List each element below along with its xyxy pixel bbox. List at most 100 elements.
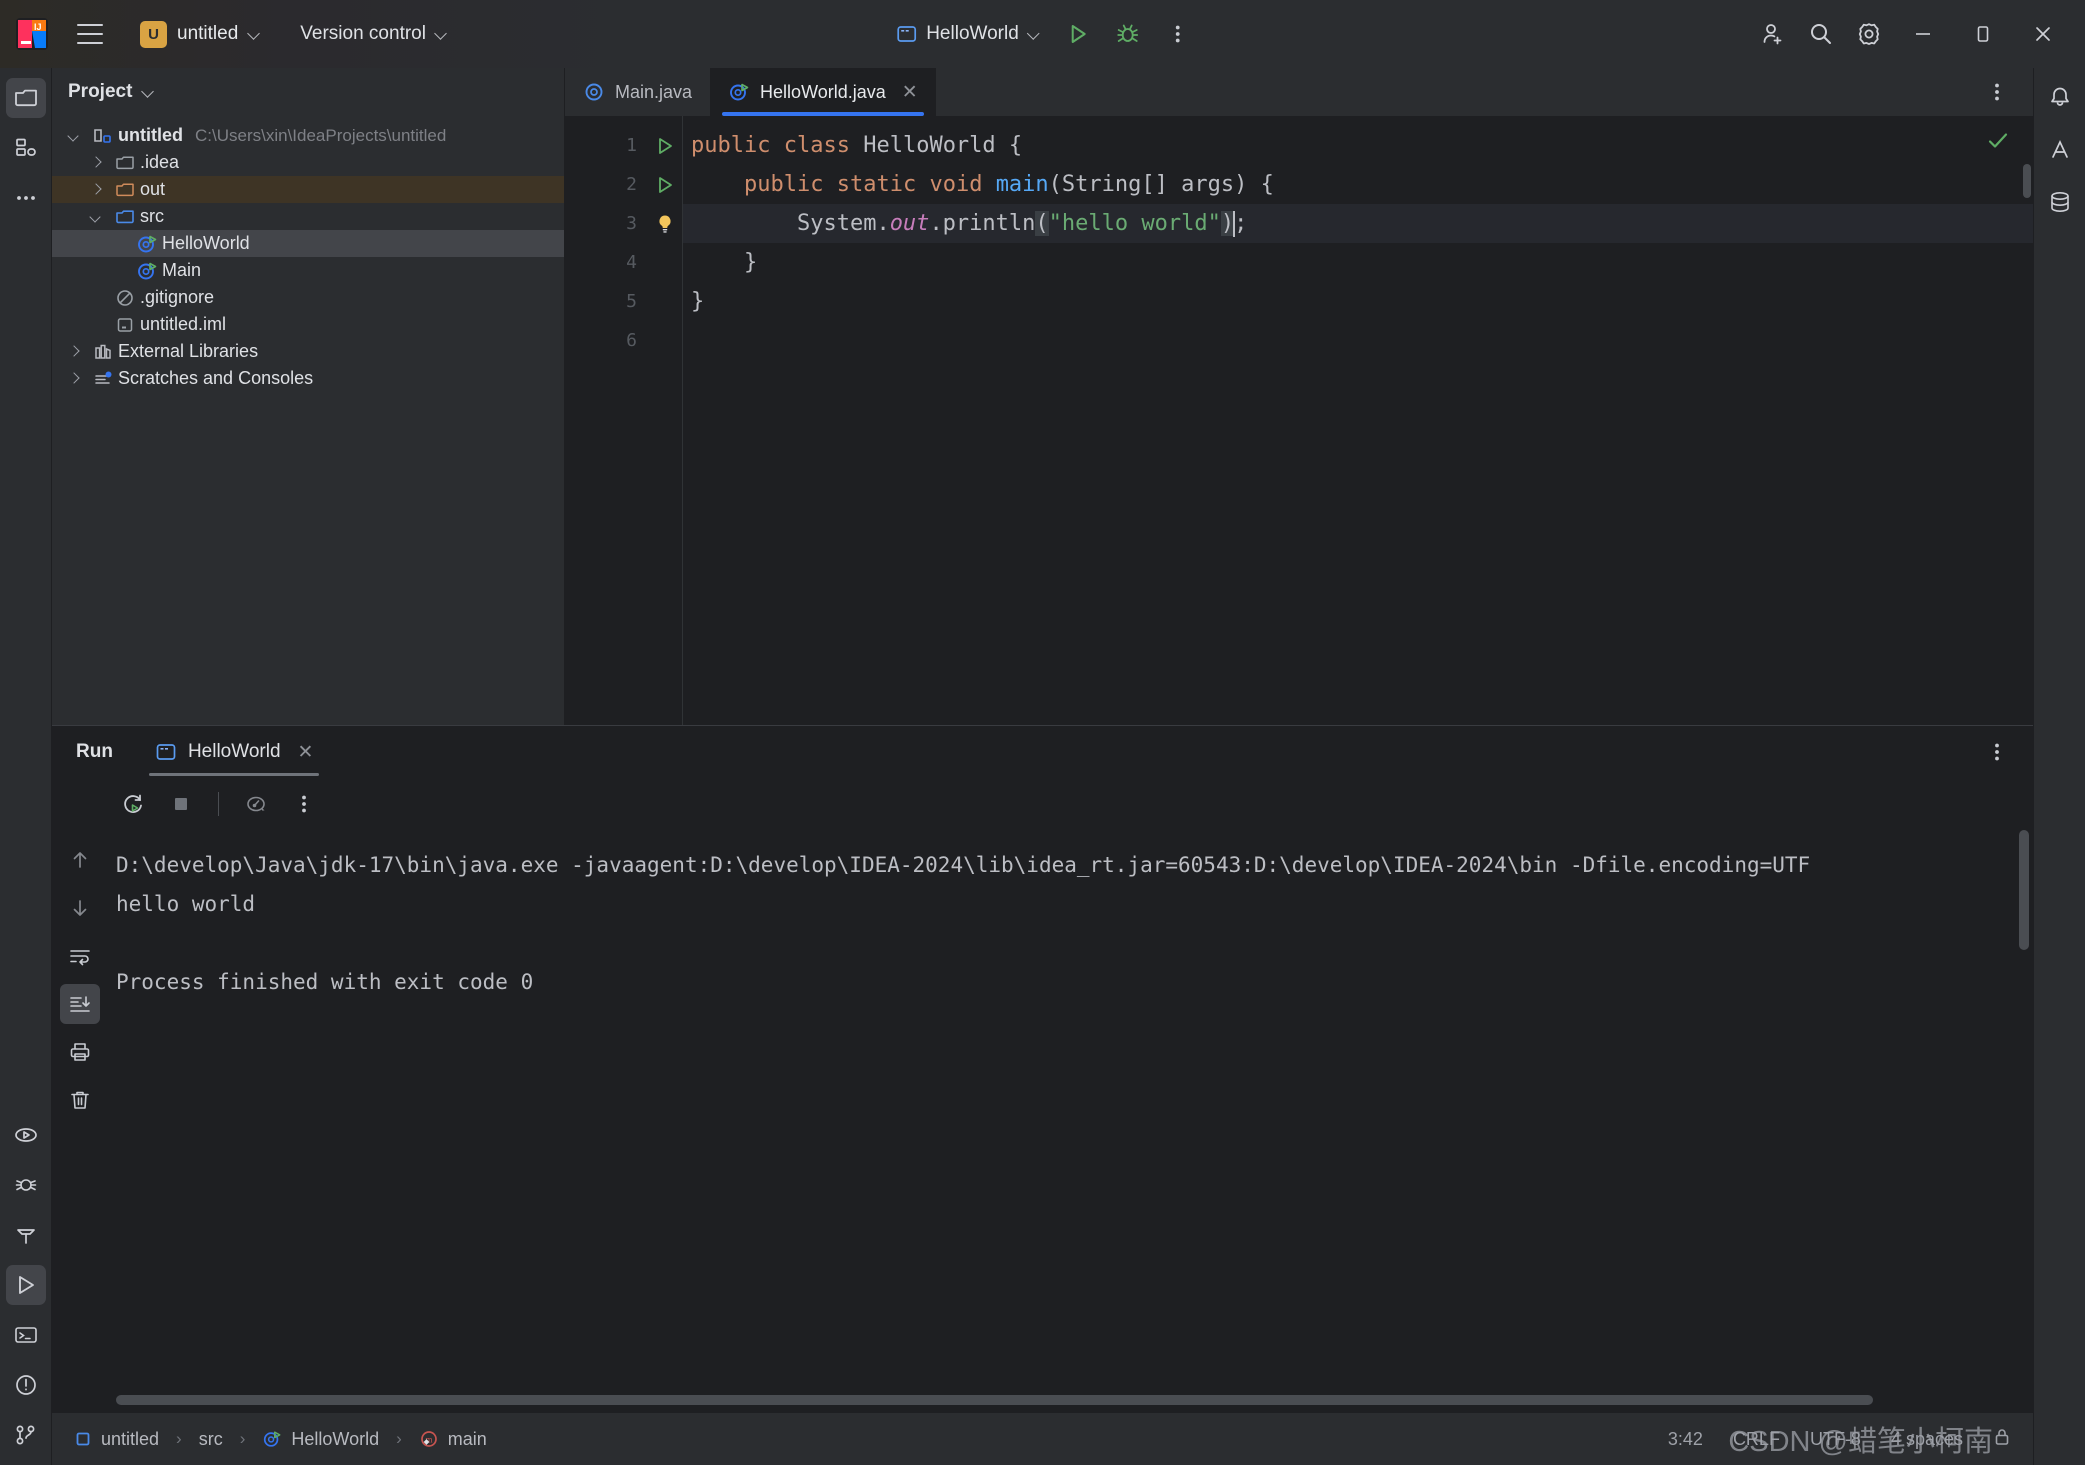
breadcrumb-separator: › [176, 1429, 182, 1448]
close-icon[interactable]: ✕ [298, 741, 314, 764]
print-button[interactable] [60, 1032, 100, 1072]
tab-helloworld-java[interactable]: HelloWorld.java ✕ [710, 68, 936, 116]
close-icon[interactable] [2015, 8, 2071, 60]
tree-item-idea[interactable]: .idea [52, 149, 564, 176]
run-button[interactable] [1056, 12, 1100, 56]
console-output[interactable]: D:\develop\Java\jdk-17\bin\java.exe -jav… [108, 830, 2033, 1413]
hamburger-menu-icon[interactable] [68, 14, 112, 54]
line-number-gutter: 1 2 3 4 5 6 [565, 116, 647, 725]
rerun-button[interactable] [112, 783, 154, 825]
problems-tool-window-button[interactable] [6, 1365, 46, 1405]
semicolon: ; [1234, 211, 1248, 236]
profiler-button[interactable] [235, 783, 277, 825]
twisty-down-icon[interactable] [60, 122, 88, 149]
run-tab-helloworld[interactable]: HelloWorld ✕ [141, 726, 328, 778]
code-text[interactable]: public class HelloWorld { public static … [683, 116, 2033, 725]
project-name-label: untitled [177, 23, 239, 44]
tree-item-gitignore[interactable]: .gitignore [52, 284, 564, 311]
breadcrumb-item-untitled[interactable]: untitled [74, 1429, 159, 1450]
lock-icon[interactable] [1993, 1427, 2011, 1452]
tree-item-scratches[interactable]: Scratches and Consoles [52, 365, 564, 392]
breadcrumb-item-main[interactable]: m main [419, 1429, 487, 1450]
run-options-button[interactable] [283, 783, 325, 825]
line-number: 6 [626, 330, 637, 351]
field-out: out [889, 211, 930, 236]
tree-item-main[interactable]: Main [52, 257, 564, 284]
run-configuration-selector[interactable]: HelloWorld [885, 18, 1050, 50]
prev-occurrence-button[interactable] [60, 840, 100, 880]
paren-open: ( [1035, 211, 1049, 236]
twisty-right-icon[interactable] [60, 338, 88, 365]
next-occurrence-button[interactable] [60, 888, 100, 928]
tab-main-java[interactable]: Main.java [565, 68, 710, 116]
clear-all-button[interactable] [60, 1080, 100, 1120]
version-control-tool-window-button[interactable] [6, 1415, 46, 1455]
breadcrumb-separator: › [239, 1429, 246, 1448]
debug-tool-window-button[interactable] [6, 1165, 46, 1205]
maximize-icon[interactable] [1955, 8, 2011, 60]
folder-grey-icon [110, 153, 140, 173]
search-icon[interactable] [1799, 12, 1843, 56]
scroll-to-end-button[interactable] [60, 984, 100, 1024]
build-tool-window-button[interactable] [6, 1215, 46, 1255]
debug-button[interactable] [1106, 12, 1150, 56]
java-class-icon [585, 83, 603, 101]
project-selector[interactable]: U untitled [130, 16, 270, 53]
version-control-menu[interactable]: Version control [292, 18, 455, 50]
breadcrumb-item-src[interactable]: src [199, 1429, 223, 1450]
database-button[interactable] [2040, 182, 2080, 222]
twisty-right-icon[interactable] [82, 149, 110, 176]
terminal-tool-window-button[interactable] [6, 1315, 46, 1355]
run-gutter-icon[interactable] [647, 165, 682, 204]
console-horizontal-scrollbar[interactable] [116, 1395, 1873, 1405]
gitignore-icon [110, 288, 140, 308]
caret-position[interactable]: 3:42 [1668, 1429, 1703, 1450]
code-line-3: System. out .println("hello world"); [683, 204, 2033, 243]
gutter-empty [647, 243, 682, 282]
minimize-icon[interactable] [1895, 8, 1951, 60]
breadcrumb-separator: › [396, 1429, 402, 1448]
twisty-down-icon[interactable] [82, 203, 110, 230]
indent-setting[interactable]: 4 spaces [1891, 1429, 1963, 1450]
tree-item-iml[interactable]: untitled.iml [52, 311, 564, 338]
tree-item-out[interactable]: out [52, 176, 564, 203]
tree-item-external-libraries[interactable]: External Libraries [52, 338, 564, 365]
upper-area: Project untitled C:\Users\xin\IdeaProjec… [52, 68, 2033, 725]
more-run-options-icon[interactable] [1156, 12, 1200, 56]
structure-tool-window-button[interactable] [6, 128, 46, 168]
file-encoding[interactable]: UTF-8 [1810, 1429, 1861, 1450]
string-literal: "hello world" [1048, 211, 1221, 236]
project-tree: untitled C:\Users\xin\IdeaProjects\untit… [52, 116, 564, 392]
tree-item-helloworld[interactable]: HelloWorld [52, 230, 564, 257]
stop-button[interactable] [160, 783, 202, 825]
tree-item-untitled[interactable]: untitled C:\Users\xin\IdeaProjects\untit… [52, 122, 564, 149]
more-tool-windows-button[interactable] [6, 178, 46, 218]
close-icon[interactable]: ✕ [902, 81, 918, 104]
soft-wrap-button[interactable] [60, 936, 100, 976]
line-separator[interactable]: CRLF [1733, 1429, 1780, 1450]
console-vertical-scrollbar[interactable] [2019, 830, 2029, 950]
code-editor[interactable]: 1 2 3 4 5 6 public class HelloWorld {pu… [565, 116, 2033, 725]
chevron-down-icon[interactable] [142, 86, 154, 98]
code-line-1: public class HelloWorld { [683, 126, 2033, 165]
twisty-right-icon[interactable] [60, 365, 88, 392]
run-controls: HelloWorld [885, 12, 1200, 56]
notifications-button[interactable] [2040, 78, 2080, 118]
add-user-icon[interactable] [1751, 12, 1795, 56]
tree-item-src[interactable]: src [52, 203, 564, 230]
run-tool-window-button[interactable] [5, 1265, 46, 1305]
project-tool-window-button[interactable] [5, 78, 46, 118]
inspection-status-icon[interactable] [1985, 128, 2011, 159]
project-badge: U [140, 20, 167, 48]
editor-scrollbar[interactable] [2023, 164, 2031, 198]
settings-gear-icon[interactable] [1847, 12, 1891, 56]
ai-assistant-button[interactable] [2040, 130, 2080, 170]
toolbar-divider [218, 792, 219, 816]
run-gutter-icon[interactable] [647, 126, 682, 165]
editor-more-options-icon[interactable] [1975, 70, 2019, 114]
run-panel-more-icon[interactable] [1975, 730, 2019, 774]
run-anything-button[interactable] [6, 1115, 46, 1155]
twisty-right-icon[interactable] [82, 176, 110, 203]
breadcrumb-item-helloworld[interactable]: HelloWorld [262, 1429, 379, 1450]
lightbulb-icon[interactable] [647, 204, 682, 243]
